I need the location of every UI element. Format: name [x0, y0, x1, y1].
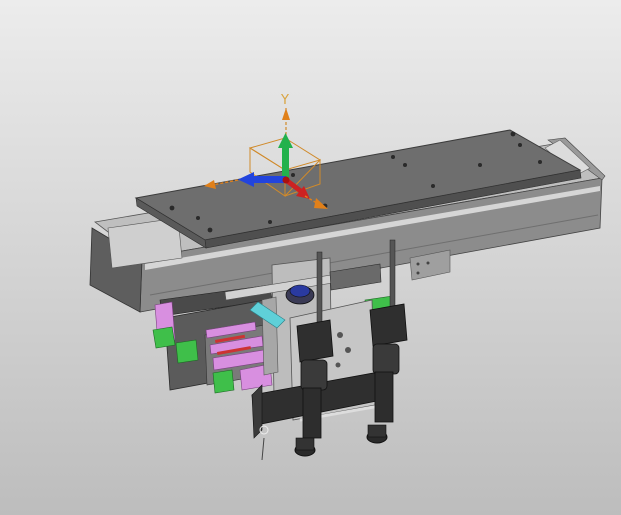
y-arrow-head	[278, 133, 293, 148]
x-arrow-shaft	[250, 176, 286, 183]
y-axis-label: Y	[280, 93, 289, 108]
cad-viewport[interactable]: Y	[0, 0, 621, 515]
y-arrow-shaft	[282, 145, 289, 180]
triad-origin	[282, 176, 290, 184]
cad-model-scene[interactable]: Y	[0, 0, 621, 515]
y-axis-arrowhead	[282, 108, 290, 120]
